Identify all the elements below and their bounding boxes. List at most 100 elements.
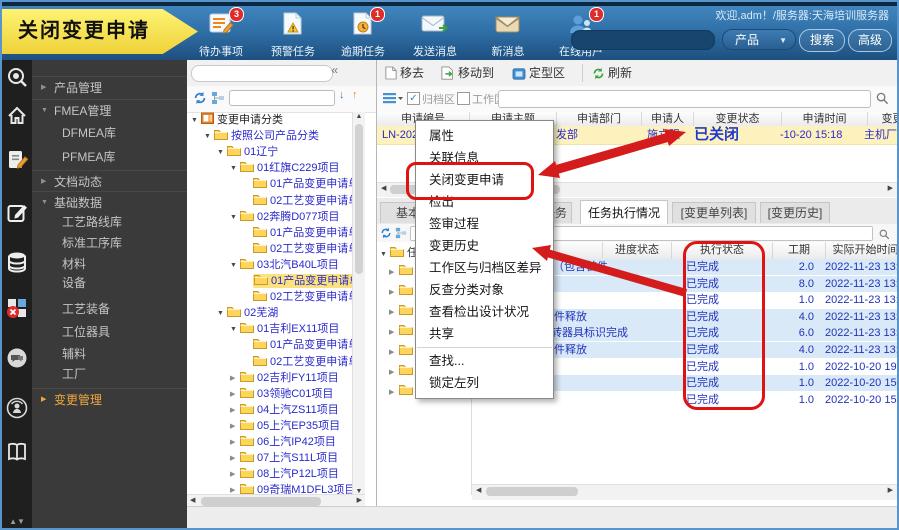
sidebar-item-PFMEA库[interactable]: PFMEA库 — [32, 146, 187, 168]
scroll-up-icon[interactable]: ▲ — [353, 113, 365, 120]
tree-node-05上汽EP35项目[interactable]: ▶ 05上汽EP35项目 — [230, 418, 340, 434]
column-header-变更状态[interactable]: 变更状态 — [694, 112, 782, 126]
top-toolbar-item-3[interactable]: 1 逾期任务 — [334, 7, 392, 59]
menu-item-共享[interactable]: 共享 — [416, 323, 553, 345]
task-tree-node[interactable]: ▶ — [389, 304, 413, 320]
task-tree-node[interactable]: ▶ — [389, 284, 413, 300]
top-toolbar-item-1[interactable]: 3 待办事项 — [192, 7, 250, 59]
tree-quick-bar[interactable] — [191, 65, 333, 82]
chevron-down-icon[interactable]: ▼ — [230, 161, 240, 177]
task-tree-node[interactable]: ▶ — [389, 324, 413, 340]
top-toolbar-item-4[interactable]: 发送消息 — [406, 12, 464, 59]
scroll-left-icon[interactable]: ◀ — [476, 486, 481, 494]
task-tree-node[interactable]: ▶ — [389, 264, 413, 280]
chevron-down-icon[interactable]: ▼ — [217, 145, 227, 161]
chevron-down-icon[interactable]: ▼ — [230, 322, 240, 338]
sidebar-item-标准工序库[interactable]: 标准工序库 — [32, 232, 187, 254]
view-list-icon[interactable] — [383, 92, 403, 110]
scroll-right-icon[interactable]: ▶ — [357, 496, 362, 504]
tree-node-按照公司产品分类[interactable]: ▼ 按照公司产品分类 — [204, 128, 319, 144]
sipm-logo-icon[interactable] — [6, 67, 28, 89]
tree-node-03领驰C01项目[interactable]: ▶ 03领驰C01项目 — [230, 386, 333, 402]
column-header-工期[interactable]: 工期 — [773, 242, 826, 259]
tree-node-06上汽IP42项目[interactable]: ▶ 06上汽IP42项目 — [230, 434, 336, 450]
tree-node-07上汽S11L项目[interactable]: ▶ 07上汽S11L项目 — [230, 450, 338, 466]
tree-node-01红旗C229项目[interactable]: ▼ 01红旗C229项目 — [230, 160, 340, 176]
collapse-panel-icon[interactable]: « — [331, 63, 338, 77]
home-icon[interactable] — [6, 105, 28, 127]
menu-item-锁定左列[interactable]: 锁定左列 — [416, 372, 553, 394]
chevron-right-icon[interactable]: ▶ — [230, 467, 240, 483]
chevron-right-icon[interactable]: ▶ — [230, 387, 240, 403]
menu-item-查找...[interactable]: 查找... — [416, 350, 553, 372]
sidebar-item-DFMEA库[interactable]: DFMEA库 — [32, 122, 187, 144]
archive-checkbox[interactable]: ✓ — [407, 92, 420, 105]
search-button[interactable]: 搜索 — [799, 29, 845, 52]
tree-node-01产品变更申请单[interactable]: 01产品变更申请单 — [243, 273, 365, 289]
move-to-button[interactable]: 移动到 — [441, 63, 494, 83]
tab-[变更历史][interactable]: [变更历史] — [760, 202, 830, 223]
chevron-down-icon[interactable]: ▼ — [217, 306, 227, 322]
tree-node-04上汽ZS11项目[interactable]: ▶ 04上汽ZS11项目 — [230, 402, 339, 418]
tree-filter-input[interactable] — [229, 90, 335, 106]
scroll-right-icon[interactable]: ▶ — [888, 184, 893, 192]
sidebar-item-工厂[interactable]: 工厂 — [32, 363, 187, 385]
broadcast-icon[interactable] — [6, 397, 28, 419]
chevron-right-icon[interactable]: ▶ — [230, 435, 240, 451]
menu-item-属性[interactable]: 属性 — [416, 125, 553, 147]
scroll-left-icon[interactable]: ◀ — [381, 184, 386, 192]
menu-item-签审过程[interactable]: 签审过程 — [416, 213, 553, 235]
workspace-checkbox[interactable] — [457, 92, 470, 105]
column-header-变更类[interactable]: 变更类 — [868, 112, 898, 126]
sidebar-item-FMEA管理[interactable]: ▼ FMEA管理 — [32, 99, 187, 122]
column-header-进度状态[interactable]: 进度状态 — [603, 242, 672, 259]
handbook-icon[interactable] — [6, 441, 28, 463]
chevron-down-icon[interactable]: ▼ — [380, 247, 390, 262]
chevron-right-icon[interactable]: ▶ — [389, 265, 399, 280]
menu-item-关闭变更申请[interactable]: 关闭变更申请 — [416, 169, 553, 191]
sidebar-item-工艺装备[interactable]: 工艺装备 — [32, 298, 187, 320]
chevron-right-icon[interactable]: ▶ — [389, 385, 399, 400]
chevron-down-icon[interactable]: ▼ — [230, 210, 240, 226]
chevron-right-icon[interactable]: ▶ — [230, 451, 240, 467]
menu-item-变更历史[interactable]: 变更历史 — [416, 235, 553, 257]
remove-button[interactable]: 移去 — [385, 63, 424, 83]
tree-node-01吉利EX11项目[interactable]: ▼ 01吉利EX11项目 — [230, 321, 339, 337]
sidebar-item-辅料[interactable]: 辅料 — [32, 343, 187, 365]
sidebar-item-产品管理[interactable]: ▶ 产品管理 — [32, 76, 187, 99]
tree-node-03北汽B40L项目[interactable]: ▼ 03北汽B40L项目 — [230, 257, 339, 273]
tree-node-02工艺变更申请单[interactable]: 02工艺变更申请单 — [243, 241, 359, 257]
tree-node-01产品变更申请单[interactable]: 01产品变更申请单 — [243, 337, 359, 353]
task-table-hscrollbar[interactable]: ◀ ▶ — [472, 484, 897, 500]
chevron-right-icon[interactable]: ▶ — [389, 305, 399, 320]
tree-node-02奔腾D077项目[interactable]: ▼ 02奔腾D077项目 — [230, 209, 340, 225]
request-search-input[interactable] — [498, 90, 871, 108]
tree-node-02工艺变更申请单[interactable]: 02工艺变更申请单 — [243, 354, 359, 370]
global-search-input[interactable] — [571, 30, 715, 50]
chevron-right-icon[interactable]: ▶ — [230, 403, 240, 419]
column-header-申请时间[interactable]: 申请时间 — [782, 112, 868, 126]
task-tree-node[interactable]: ▶ — [389, 344, 413, 360]
tree-node-01辽宁[interactable]: ▼ 01辽宁 — [217, 144, 278, 160]
task-tree-node[interactable]: ▶ — [389, 384, 413, 400]
sidebar-item-设备[interactable]: 设备 — [32, 272, 187, 294]
sidebar-item-变更管理[interactable]: ▶ 变更管理 — [32, 388, 187, 411]
sidebar-item-工艺路线库[interactable]: 工艺路线库 — [32, 211, 187, 233]
top-toolbar-item-5[interactable]: 新消息 — [479, 12, 537, 59]
tree-node-01产品变更申请单[interactable]: 01产品变更申请单 — [243, 225, 359, 241]
chevron-down-icon[interactable]: ▼ — [204, 129, 214, 145]
tree-node-02芜湖[interactable]: ▼ 02芜湖 — [217, 305, 278, 321]
column-header-申请部门[interactable]: 申请部门 — [557, 112, 642, 126]
task-tree-node[interactable]: ▶ — [389, 364, 413, 380]
chevron-down-icon[interactable]: ▼ — [191, 113, 201, 129]
scroll-right-icon[interactable]: ▶ — [888, 486, 893, 494]
database-icon[interactable] — [6, 251, 28, 273]
sidebar-item-工位器具[interactable]: 工位器具 — [32, 321, 187, 343]
chevron-right-icon[interactable]: ▶ — [230, 419, 240, 435]
chevron-right-icon[interactable]: ▶ — [230, 371, 240, 387]
find-prev-icon[interactable]: ↑ — [352, 89, 358, 101]
column-header-申请人[interactable]: 申请人 — [642, 112, 694, 126]
rail-scroll-buttons[interactable]: ▲▼ — [2, 517, 32, 526]
report-edit-icon[interactable] — [6, 149, 29, 171]
chevron-right-icon[interactable]: ▶ — [389, 285, 399, 300]
